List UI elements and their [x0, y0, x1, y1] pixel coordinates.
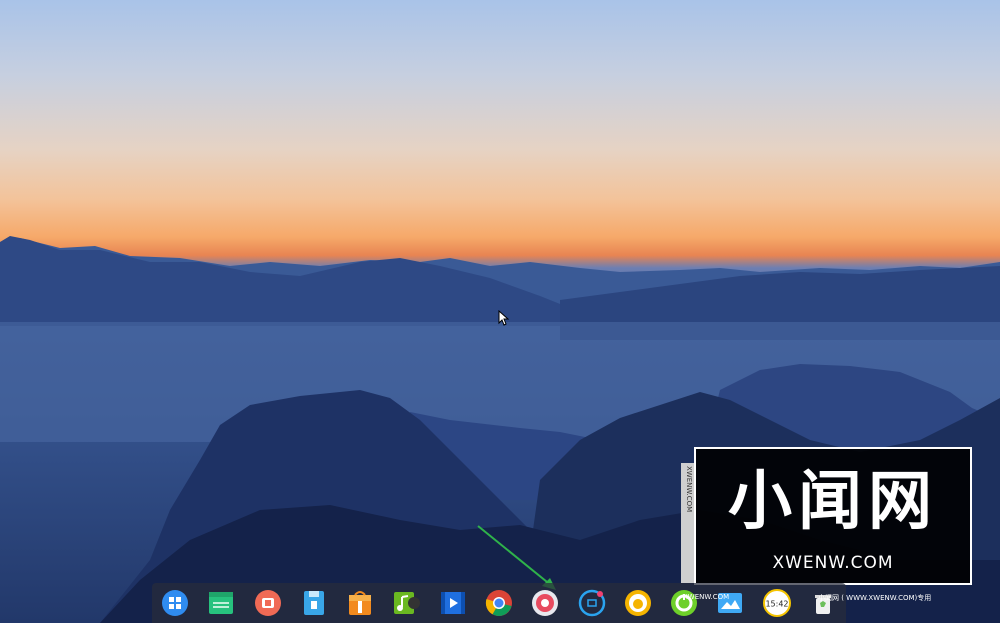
watermark-small-left: XWENW.COM: [683, 593, 730, 601]
launcher-icon[interactable]: [160, 588, 190, 618]
chrome-browser-icon[interactable]: [484, 588, 514, 618]
system-settings-icon[interactable]: [530, 588, 560, 618]
music-player-icon[interactable]: [391, 588, 421, 618]
watermark-box: 小闻网 XWENW.COM: [694, 447, 972, 585]
video-player-icon[interactable]: [438, 588, 468, 618]
watermark-side-text: XWENW.COM: [685, 466, 693, 513]
dock: 15:42: [152, 583, 846, 623]
qq-chat-icon[interactable]: [623, 588, 653, 618]
clock-icon[interactable]: 15:42: [762, 588, 792, 618]
watermark-small-right: 小闻网 ( WWW.XWENW.COM)专用: [818, 594, 932, 602]
clock-time: 15:42: [765, 600, 788, 609]
app-store-icon[interactable]: [345, 588, 375, 618]
screen-recorder-icon[interactable]: [253, 588, 283, 618]
package-installer-icon[interactable]: [299, 588, 329, 618]
mouse-cursor-icon: [498, 310, 510, 326]
desktop[interactable]: XWENW.COM 小闻网 XWENW.COM 15:42 XWENW.COM …: [0, 0, 1000, 623]
screenshot-tool-icon[interactable]: [577, 588, 607, 618]
watermark-title: 小闻网: [728, 465, 938, 539]
file-manager-icon[interactable]: [206, 588, 236, 618]
watermark-url: XWENW.COM: [772, 553, 894, 573]
